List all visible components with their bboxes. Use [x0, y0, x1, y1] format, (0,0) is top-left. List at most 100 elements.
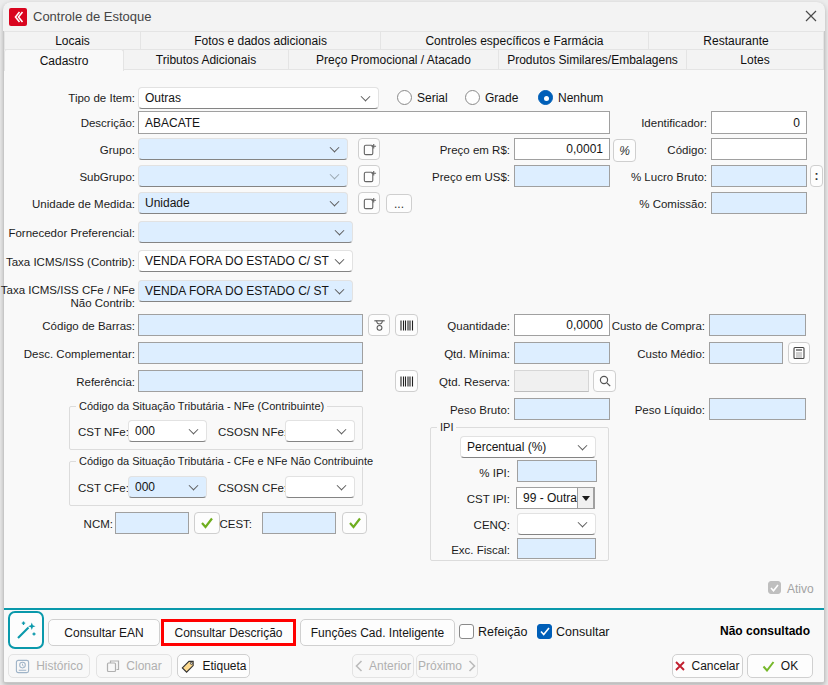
chevron-down-icon [335, 255, 345, 265]
historico-button[interactable]: Histórico [8, 654, 90, 678]
close-button[interactable] [801, 7, 821, 25]
desc-complementar-label: Desc. Complementar: [0, 347, 135, 361]
radio-serial-label: Serial [417, 91, 448, 105]
ok-check-icon [762, 661, 775, 672]
ok-button[interactable]: OK [747, 654, 813, 678]
tab-produtos-similares[interactable]: Produtos Similares/Embalagens [498, 49, 687, 70]
chevron-left-icon [355, 660, 363, 672]
peso-liquido-input[interactable] [709, 398, 806, 420]
status-nao-consultado: Não consultado [630, 624, 810, 638]
tab-lotes[interactable]: Lotes [686, 49, 824, 70]
refeicao-label: Refeição [478, 625, 527, 639]
chevron-down-icon [189, 481, 199, 491]
cst-nfe-select[interactable]: 000 [128, 420, 207, 442]
csosn-nfe-select[interactable] [285, 420, 355, 442]
cest-input[interactable] [262, 512, 336, 534]
anterior-button[interactable]: Anterior [352, 654, 414, 678]
etiqueta-button[interactable]: Etiqueta [177, 654, 250, 678]
caret-down-icon [582, 496, 590, 501]
lucro-bruto-label: % Lucro Bruto: [530, 170, 707, 184]
chevron-down-icon [189, 425, 199, 435]
qtd-reserva-input [514, 370, 589, 392]
clone-icon [106, 659, 120, 673]
consultar-checkbox[interactable] [537, 624, 552, 639]
chevron-down-icon [337, 481, 347, 491]
codigo-input[interactable] [711, 138, 807, 160]
codigo-label: Código: [530, 143, 707, 157]
cst-ipi-select[interactable]: 99 - Outras [516, 487, 595, 509]
grupo-select[interactable] [138, 138, 348, 160]
dropdown-button[interactable] [577, 487, 594, 509]
consultar-ean-button[interactable]: Consultar EAN [48, 619, 160, 646]
refeicao-checkbox[interactable] [459, 624, 474, 639]
exc-fiscal-input[interactable] [517, 538, 596, 559]
preco-rs-label: Preço em R$: [330, 143, 510, 157]
ipi-mode-select[interactable]: Percentual (%) [460, 436, 596, 458]
cancel-x-icon [675, 661, 685, 671]
tab-fotos-e-dados-adicionais[interactable]: Fotos e dados adicionais [140, 31, 381, 50]
cenq-label: CENQ: [380, 518, 510, 532]
custo-compra-label: Custo de Compra: [528, 319, 705, 333]
app-icon [9, 8, 27, 26]
tab-tributos-adicionais[interactable]: Tributos Adicionais [123, 49, 289, 70]
tag-icon [180, 659, 196, 674]
magic-wand-button[interactable] [8, 611, 44, 649]
tab-locais[interactable]: Locais [4, 31, 141, 50]
tipo-de-item-select[interactable]: Outras [138, 87, 379, 109]
ipi-pct-label: % IPI: [380, 466, 510, 480]
radio-grade[interactable] [465, 90, 480, 105]
identificador-label: Identificador: [530, 116, 707, 130]
calculator-icon-button[interactable] [788, 342, 810, 364]
ipi-pct-input[interactable] [517, 460, 597, 482]
subgrupo-select[interactable] [138, 165, 348, 187]
chevron-down-icon [335, 226, 345, 236]
unidade-label: Unidade de Medida: [0, 197, 135, 211]
tab-controles-especificos[interactable]: Controles específicos e Farmácia [380, 31, 649, 50]
radio-serial[interactable] [397, 90, 412, 105]
taxa-nao-contrib-select[interactable]: VENDA FORA DO ESTADO C/ ST [138, 280, 353, 302]
tipo-de-item-label: Tipo de Item: [0, 91, 135, 105]
custo-medio-input[interactable] [709, 342, 783, 364]
cancelar-button[interactable]: Cancelar [672, 654, 743, 678]
consultar-descricao-button[interactable]: Consultar Descrição [161, 619, 296, 646]
tab-restaurante[interactable]: Restaurante [648, 31, 824, 50]
qtd-reserva-label: Qtd. Reserva: [330, 375, 510, 389]
unidade-more-button[interactable]: ... [386, 194, 412, 213]
cst-ipi-label: CST IPI: [380, 492, 510, 506]
search-icon-button[interactable] [593, 370, 616, 392]
taxa-nao-contrib-label-line1: Taxa ICMS/ISS CFe / NFe [0, 283, 135, 297]
radio-nenhum[interactable] [538, 90, 553, 105]
referencia-label: Referência: [0, 375, 135, 389]
tab-cadastro[interactable]: Cadastro [4, 49, 124, 71]
descricao-label: Descrição: [0, 116, 135, 130]
fornecedor-select[interactable] [138, 221, 353, 243]
unidade-select[interactable]: Unidade [138, 192, 348, 214]
radio-nenhum-label: Nenhum [558, 91, 603, 105]
window-title: Controle de Estoque [33, 9, 152, 24]
grupo-label: Grupo: [0, 143, 135, 157]
cst-nfe-label: CST NFe: [78, 425, 129, 439]
footer-separator [4, 608, 824, 610]
clonar-button[interactable]: Clonar [96, 654, 172, 678]
subgrupo-label: SubGrupo: [0, 170, 135, 184]
funcoes-cad-inteligente-button[interactable]: Funções Cad. Inteligente [300, 619, 455, 646]
exc-fiscal-label: Exc. Fiscal: [380, 543, 510, 557]
taxa-nao-contrib-label-line2: Não Contrib: [0, 296, 135, 310]
custo-compra-input[interactable] [709, 314, 806, 336]
identificador-input[interactable]: 0 [711, 111, 807, 134]
qtd-minima-label: Qtd. Mínima: [330, 347, 510, 361]
lucro-options-button[interactable]: : [810, 165, 823, 187]
lucro-bruto-input[interactable] [711, 165, 807, 187]
add-unidade-button[interactable] [358, 192, 380, 214]
cenq-select[interactable] [517, 513, 596, 535]
cst-cfe-select[interactable]: 000 [128, 476, 207, 498]
cest-check-button[interactable] [342, 512, 367, 534]
tab-preco-promocional[interactable]: Preço Promocional / Atacado [288, 49, 499, 70]
comissao-input[interactable] [711, 192, 807, 214]
taxa-contrib-select[interactable]: VENDA FORA DO ESTADO C/ ST [138, 250, 353, 272]
csosn-cfe-select[interactable] [285, 476, 355, 498]
proximo-button[interactable]: Próximo [416, 654, 478, 678]
codigo-barras-label: Código de Barras: [0, 319, 135, 333]
custo-medio-label: Custo Médio: [528, 347, 705, 361]
comissao-label: % Comissão: [530, 197, 707, 211]
